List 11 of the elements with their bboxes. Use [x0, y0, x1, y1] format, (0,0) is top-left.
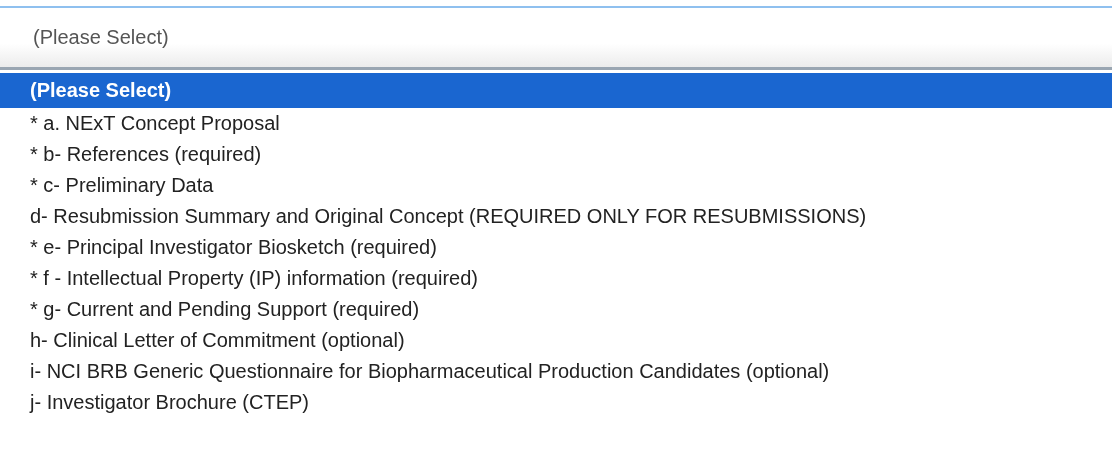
dropdown-option[interactable]: * e- Principal Investigator Biosketch (required): [0, 232, 1112, 263]
dropdown-option[interactable]: * a. NExT Concept Proposal: [0, 108, 1112, 139]
dropdown-option[interactable]: i- NCI BRB Generic Questionnaire for Biopharmaceutical Production Candidates (optional): [0, 356, 1112, 387]
dropdown-option[interactable]: j- Investigator Brochure (CTEP): [0, 387, 1112, 418]
dropdown-option[interactable]: * c- Preliminary Data: [0, 170, 1112, 201]
dropdown-option[interactable]: (Please Select): [0, 73, 1112, 108]
dropdown-option[interactable]: d- Resubmission Summary and Original Concept (REQUIRED ONLY FOR RESUBMISSIONS): [0, 201, 1112, 232]
dropdown-option[interactable]: * b- References (required): [0, 139, 1112, 170]
dropdown-option[interactable]: * g- Current and Pending Support (required): [0, 294, 1112, 325]
dropdown-option[interactable]: h- Clinical Letter of Commitment (optional): [0, 325, 1112, 356]
dropdown-option[interactable]: * f - Intellectual Property (IP) information (required): [0, 263, 1112, 294]
